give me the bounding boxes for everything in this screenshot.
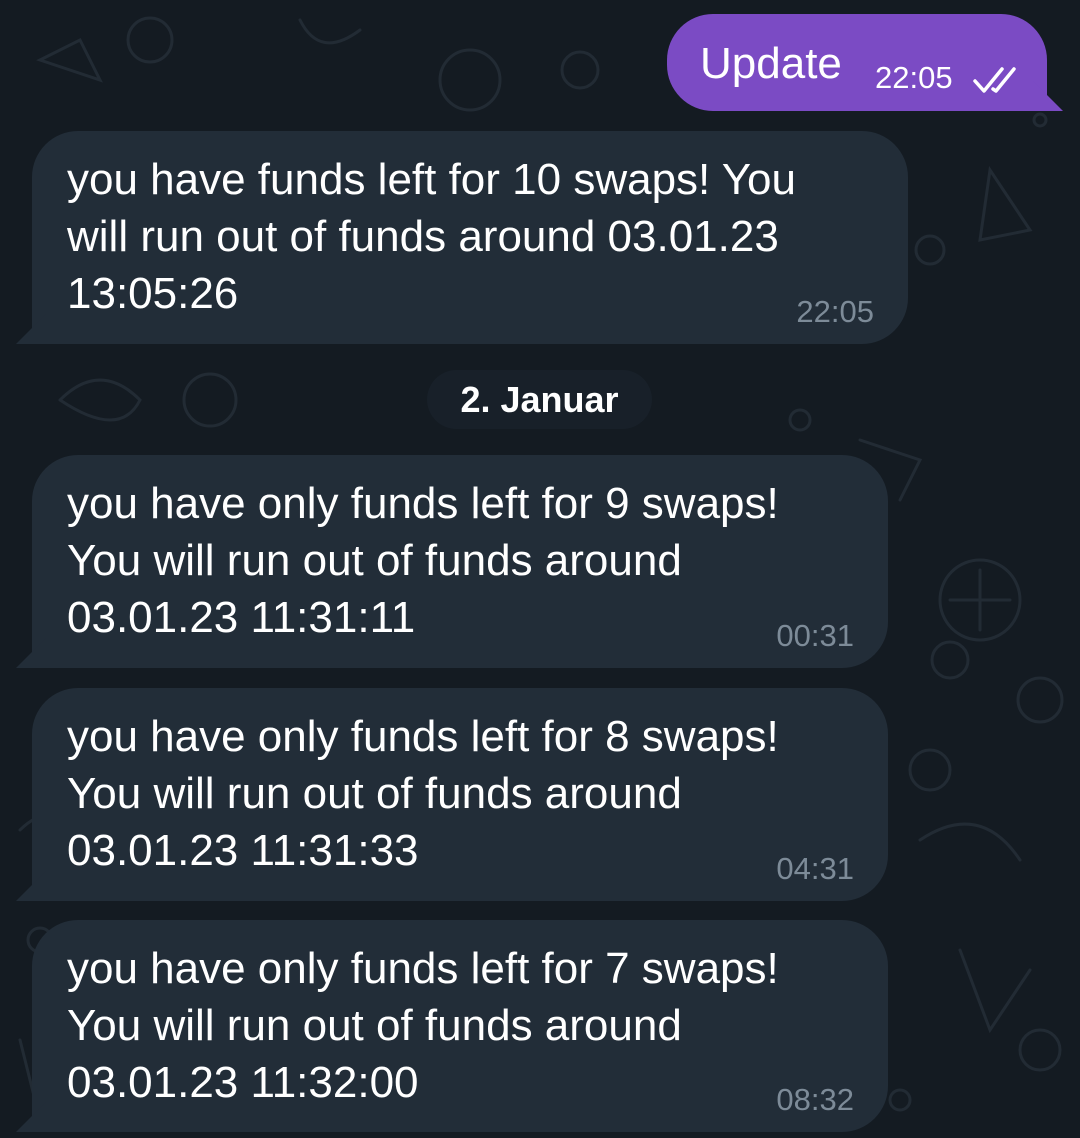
message-text: you have only funds left for 7 swaps! Yo… <box>67 940 854 1111</box>
message-line: You will run out of funds around <box>67 1001 682 1050</box>
message-line: You will run out of funds around <box>67 536 682 585</box>
message-text: you have only funds left for 9 swaps! Yo… <box>67 475 854 646</box>
message-line: You will run out of funds around <box>67 769 682 818</box>
message-line: you have only funds left for 7 swaps! <box>67 944 779 993</box>
incoming-message-bubble[interactable]: you have funds left for 10 swaps! You wi… <box>32 131 908 344</box>
message-time: 04:31 <box>776 851 854 886</box>
incoming-message-bubble[interactable]: you have only funds left for 7 swaps! Yo… <box>32 920 888 1132</box>
message-time: 22:05 <box>796 294 874 329</box>
message-time: 00:31 <box>776 618 854 653</box>
message-line: 03.01.23 11:32:00 <box>67 1058 419 1107</box>
message-line: you have funds left for 10 swaps! You <box>67 155 796 204</box>
incoming-message-bubble[interactable]: you have only funds left for 9 swaps! Yo… <box>32 455 888 668</box>
message-line: 13:05:26 <box>67 269 239 318</box>
message-time: 08:32 <box>776 1082 854 1117</box>
outgoing-message-time: 22:05 <box>875 60 953 95</box>
outgoing-message-bubble[interactable]: Update 22:05 <box>667 14 1047 111</box>
message-text: you have funds left for 10 swaps! You wi… <box>67 151 874 322</box>
double-check-icon <box>973 67 1016 93</box>
message-line: will run out of funds around 03.01.23 <box>67 212 779 261</box>
date-separator: 2. Januar <box>427 370 652 429</box>
incoming-message-bubble[interactable]: you have only funds left for 8 swaps! Yo… <box>32 688 888 901</box>
chat-area[interactable]: Update 22:05 you have funds left for 10 … <box>0 0 1080 1138</box>
message-line: 03.01.23 11:31:33 <box>67 826 419 875</box>
message-line: you have only funds left for 9 swaps! <box>67 479 779 528</box>
outgoing-message-text: Update <box>700 39 842 88</box>
message-line: you have only funds left for 8 swaps! <box>67 712 779 761</box>
message-line: 03.01.23 11:31:11 <box>67 593 416 642</box>
message-text: you have only funds left for 8 swaps! Yo… <box>67 708 854 879</box>
